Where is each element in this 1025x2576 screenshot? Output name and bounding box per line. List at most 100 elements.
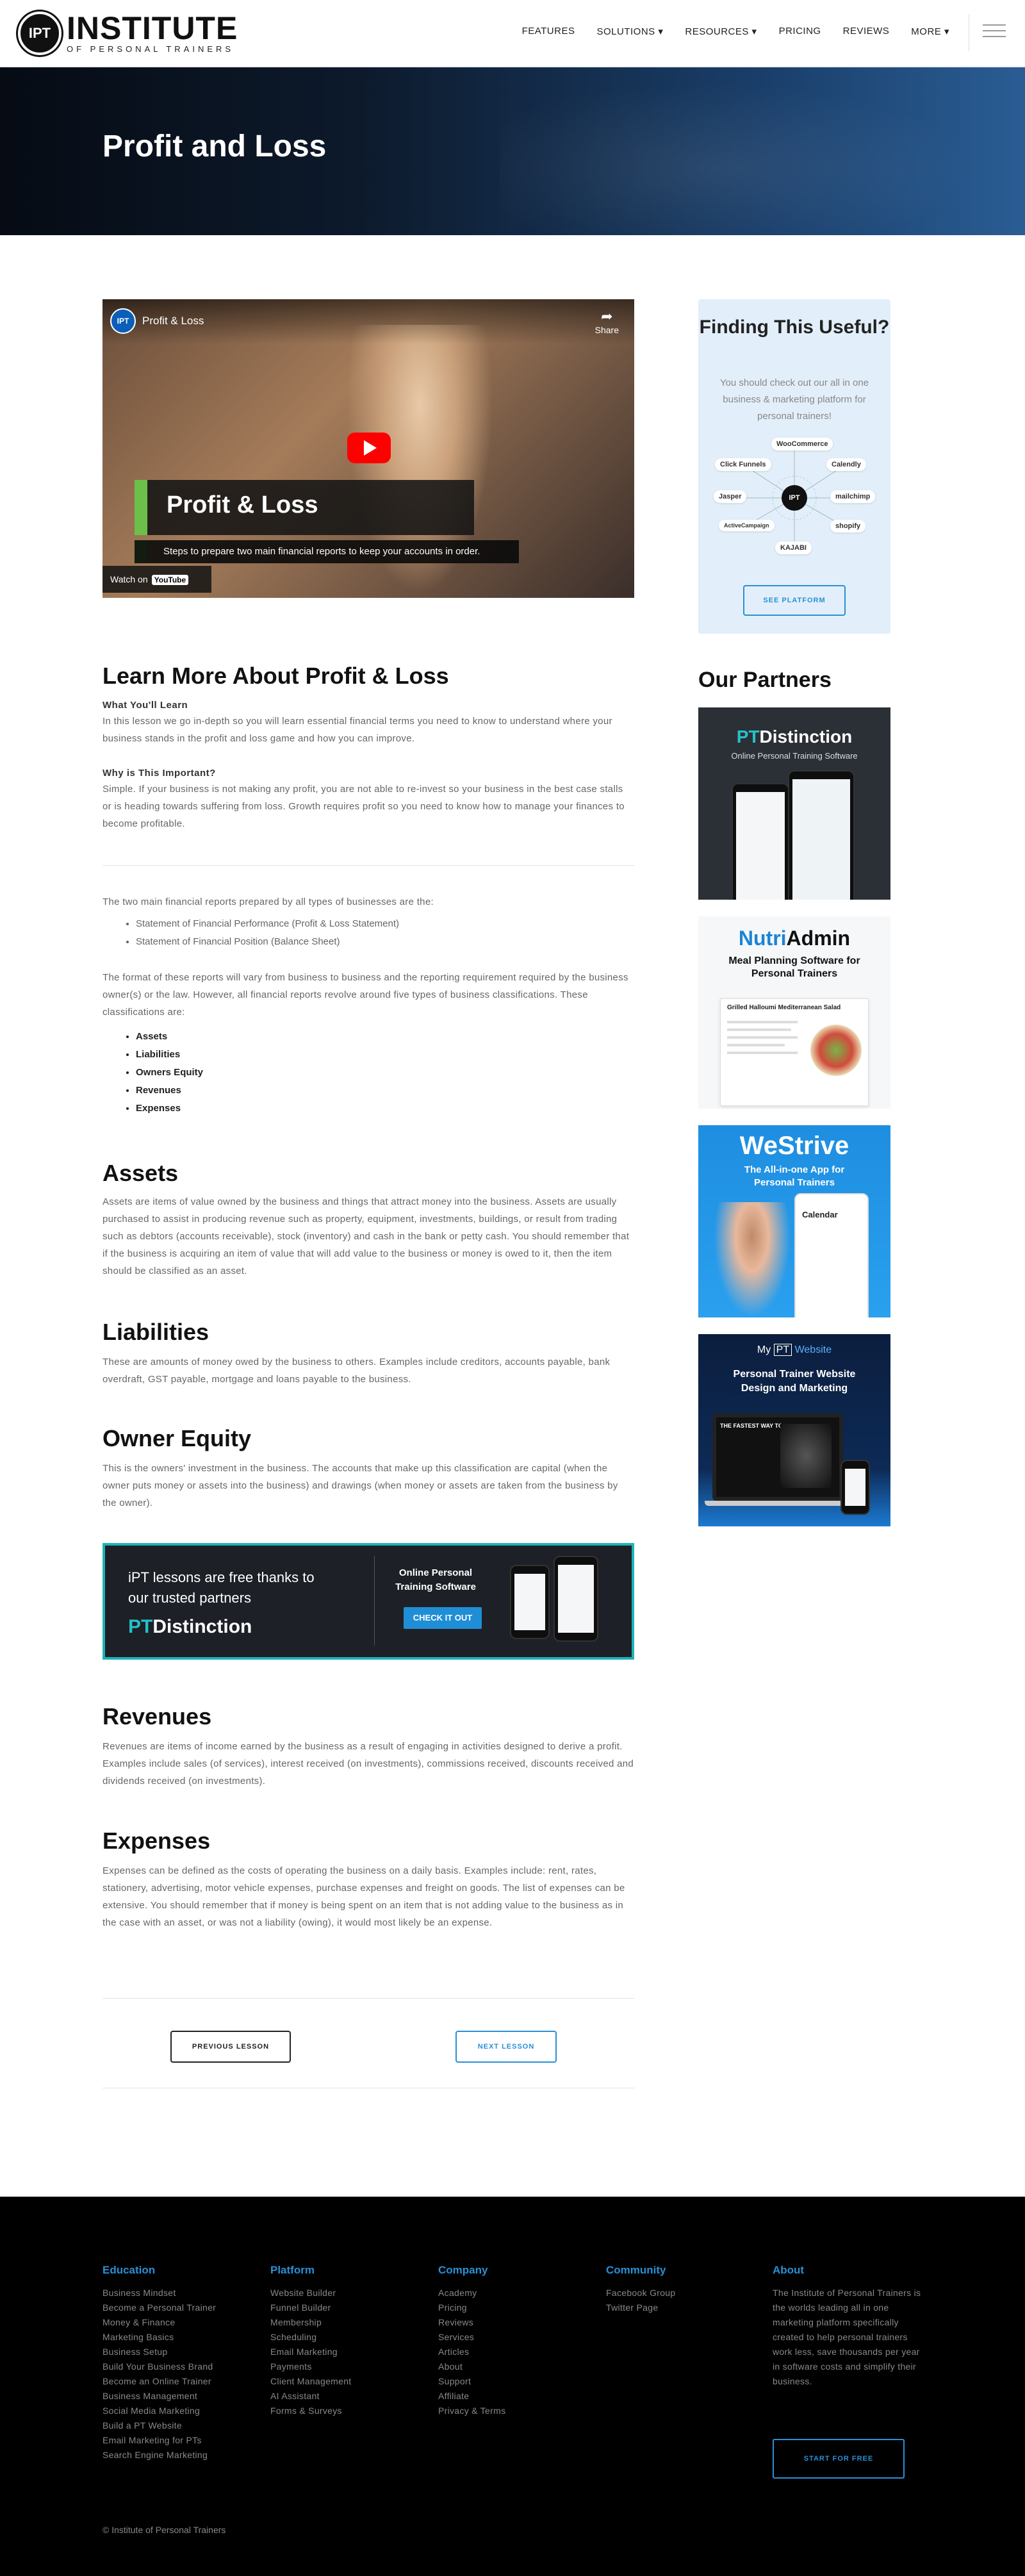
footer-link[interactable]: Pricing (438, 2300, 505, 2315)
footer-heading: Education (102, 2264, 156, 2276)
check-it-out-button[interactable]: CHECK IT OUT (404, 1607, 482, 1629)
footer-link[interactable]: Website Builder (270, 2286, 352, 2300)
lesson-video[interactable]: IPT Profit & Loss ➦ Share Profit & Loss S… (102, 299, 634, 598)
nav-reviews[interactable]: REVIEWS (843, 26, 890, 37)
footer-col-education: Education Business Mindset Become a Pers… (102, 2264, 216, 2463)
footer-heading: Platform (270, 2264, 315, 2276)
hero-banner: Profit and Loss (0, 67, 1025, 235)
footer-link[interactable]: Social Media Marketing (102, 2404, 216, 2418)
footer-heading: About (773, 2264, 805, 2276)
liabilities-text: These are amounts of money owed by the b… (102, 1357, 611, 1385)
page-title: Profit and Loss (102, 129, 327, 163)
list-item: Assets (136, 1028, 203, 1046)
woocommerce-icon: WooCommerce (771, 438, 833, 450)
partner-promo-banner[interactable]: iPT lessons are free thanks to our trust… (102, 1543, 634, 1660)
footer-link[interactable]: Reviews (438, 2315, 505, 2330)
revenues-heading: Revenues (102, 1703, 212, 1730)
nav-resources[interactable]: RESOURCES ▾ (685, 26, 757, 37)
why-important-label: Why is This Important? (102, 768, 216, 779)
revenues-text: Revenues are items of income earned by t… (102, 1741, 634, 1787)
footer-link[interactable]: Money & Finance (102, 2315, 216, 2330)
footer-link[interactable]: Business Setup (102, 2345, 216, 2359)
watch-on-youtube[interactable]: Watch on YouTube (102, 566, 211, 593)
promo-card-title: Finding This Useful? (699, 317, 890, 338)
footer-link[interactable]: Business Management (102, 2389, 216, 2404)
nav-more[interactable]: MORE ▾ (911, 26, 949, 37)
expenses-text: Expenses can be defined as the costs of … (102, 1865, 625, 1928)
ad-westrive[interactable]: WeStrive The All-in-one App for Personal… (698, 1125, 890, 1317)
footer-link[interactable]: AI Assistant (270, 2389, 352, 2404)
promo-message: iPT lessons are free thanks to our trust… (128, 1569, 315, 1606)
footer-link[interactable]: Services (438, 2330, 505, 2345)
phone-mockup (554, 1556, 598, 1642)
footer-link[interactable]: Email Marketing (270, 2345, 352, 2359)
footer-col-community: Community Facebook Group Twitter Page (606, 2264, 675, 2315)
video-title[interactable]: Profit & Loss (142, 315, 204, 327)
play-button-icon[interactable] (347, 433, 391, 463)
list-item: Statement of Financial Performance (Prof… (136, 915, 399, 933)
list-item: Expenses (136, 1100, 203, 1118)
phone-mockup (732, 783, 789, 900)
why-important-text: Simple. If your business is not making a… (102, 784, 625, 829)
footer-col-platform: Platform Website Builder Funnel Builder … (270, 2264, 352, 2418)
phone-mockup (510, 1565, 550, 1639)
footer-link[interactable]: Forms & Surveys (270, 2404, 352, 2418)
footer-link[interactable]: Membership (270, 2315, 352, 2330)
about-text: The Institute of Personal Trainers is th… (773, 2288, 921, 2386)
shopify-icon: shopify (830, 520, 866, 533)
ad-subtitle: The All-in-one App for Personal Trainers (744, 1164, 845, 1188)
nav-features[interactable]: FEATURES (522, 26, 575, 37)
laptop-mockup: THE FASTEST WAY TO (712, 1414, 843, 1501)
owner-equity-heading: Owner Equity (102, 1425, 252, 1451)
footer-link[interactable]: Privacy & Terms (438, 2404, 505, 2418)
footer-link[interactable]: Email Marketing for PTs (102, 2433, 216, 2448)
ad-nutriadmin[interactable]: NutriAdmin Meal Planning Software for Pe… (698, 916, 890, 1109)
nav-pricing[interactable]: PRICING (779, 26, 821, 37)
nutriadmin-logo: NutriAdmin (738, 927, 851, 950)
promo-card-text: You should check out our all in one busi… (719, 377, 869, 422)
footer-link[interactable]: Support (438, 2374, 505, 2389)
ad-subtitle: Online Personal Training Software (731, 751, 858, 761)
calendly-icon: Calendly (826, 458, 866, 471)
nav-solutions[interactable]: SOLUTIONS ▾ (596, 26, 663, 37)
what-you-learn-label: What You'll Learn (102, 700, 188, 711)
ptdistinction-logo: PTDistinction (736, 727, 853, 747)
site-logo[interactable]: IPT INSTITUTE OF PERSONAL TRAINERS (18, 12, 238, 55)
footer-link[interactable]: Twitter Page (606, 2300, 675, 2315)
footer-link[interactable]: Payments (270, 2359, 352, 2374)
section-divider (102, 865, 634, 866)
ad-my-pt-website[interactable]: My PT Website Personal Trainer Website D… (698, 1334, 890, 1526)
previous-lesson-button[interactable]: PREVIOUS LESSON (170, 2031, 291, 2063)
footer-link[interactable]: Articles (438, 2345, 505, 2359)
channel-avatar[interactable]: IPT (110, 308, 136, 334)
hamburger-menu-icon[interactable] (983, 24, 1006, 40)
footer-link[interactable]: Search Engine Marketing (102, 2448, 216, 2463)
phone-mockup (788, 770, 855, 900)
share-button[interactable]: ➦ Share (595, 308, 619, 335)
lesson-nav-divider (102, 1998, 634, 1999)
footer-link[interactable]: Marketing Basics (102, 2330, 216, 2345)
footer-col-about: About The Institute of Personal Trainers… (773, 2264, 926, 2389)
mailchimp-icon: mailchimp (830, 490, 876, 503)
hero-background-image (500, 67, 1025, 235)
liabilities-heading: Liabilities (102, 1319, 209, 1345)
footer-link[interactable]: About (438, 2359, 505, 2374)
footer-heading: Community (606, 2264, 666, 2276)
see-platform-button[interactable]: SEE PLATFORM (743, 585, 846, 616)
mypt-logo: My PT Website (757, 1344, 832, 1356)
footer-link[interactable]: Build Your Business Brand (102, 2359, 216, 2374)
footer-link[interactable]: Business Mindset (102, 2286, 216, 2300)
footer-link[interactable]: Funnel Builder (270, 2300, 352, 2315)
footer-link[interactable]: Scheduling (270, 2330, 352, 2345)
footer-link[interactable]: Affiliate (438, 2389, 505, 2404)
footer-link[interactable]: Facebook Group (606, 2286, 675, 2300)
expenses-heading: Expenses (102, 1828, 211, 1854)
footer-link[interactable]: Academy (438, 2286, 505, 2300)
start-for-free-button[interactable]: START FOR FREE (773, 2439, 905, 2479)
footer-link[interactable]: Build a PT Website (102, 2418, 216, 2433)
footer-link[interactable]: Become an Online Trainer (102, 2374, 216, 2389)
next-lesson-button[interactable]: NEXT LESSON (455, 2031, 557, 2063)
footer-link[interactable]: Become a Personal Trainer (102, 2300, 216, 2315)
footer-link[interactable]: Client Management (270, 2374, 352, 2389)
ad-ptdistinction[interactable]: PTDistinction Online Personal Training S… (698, 707, 890, 900)
